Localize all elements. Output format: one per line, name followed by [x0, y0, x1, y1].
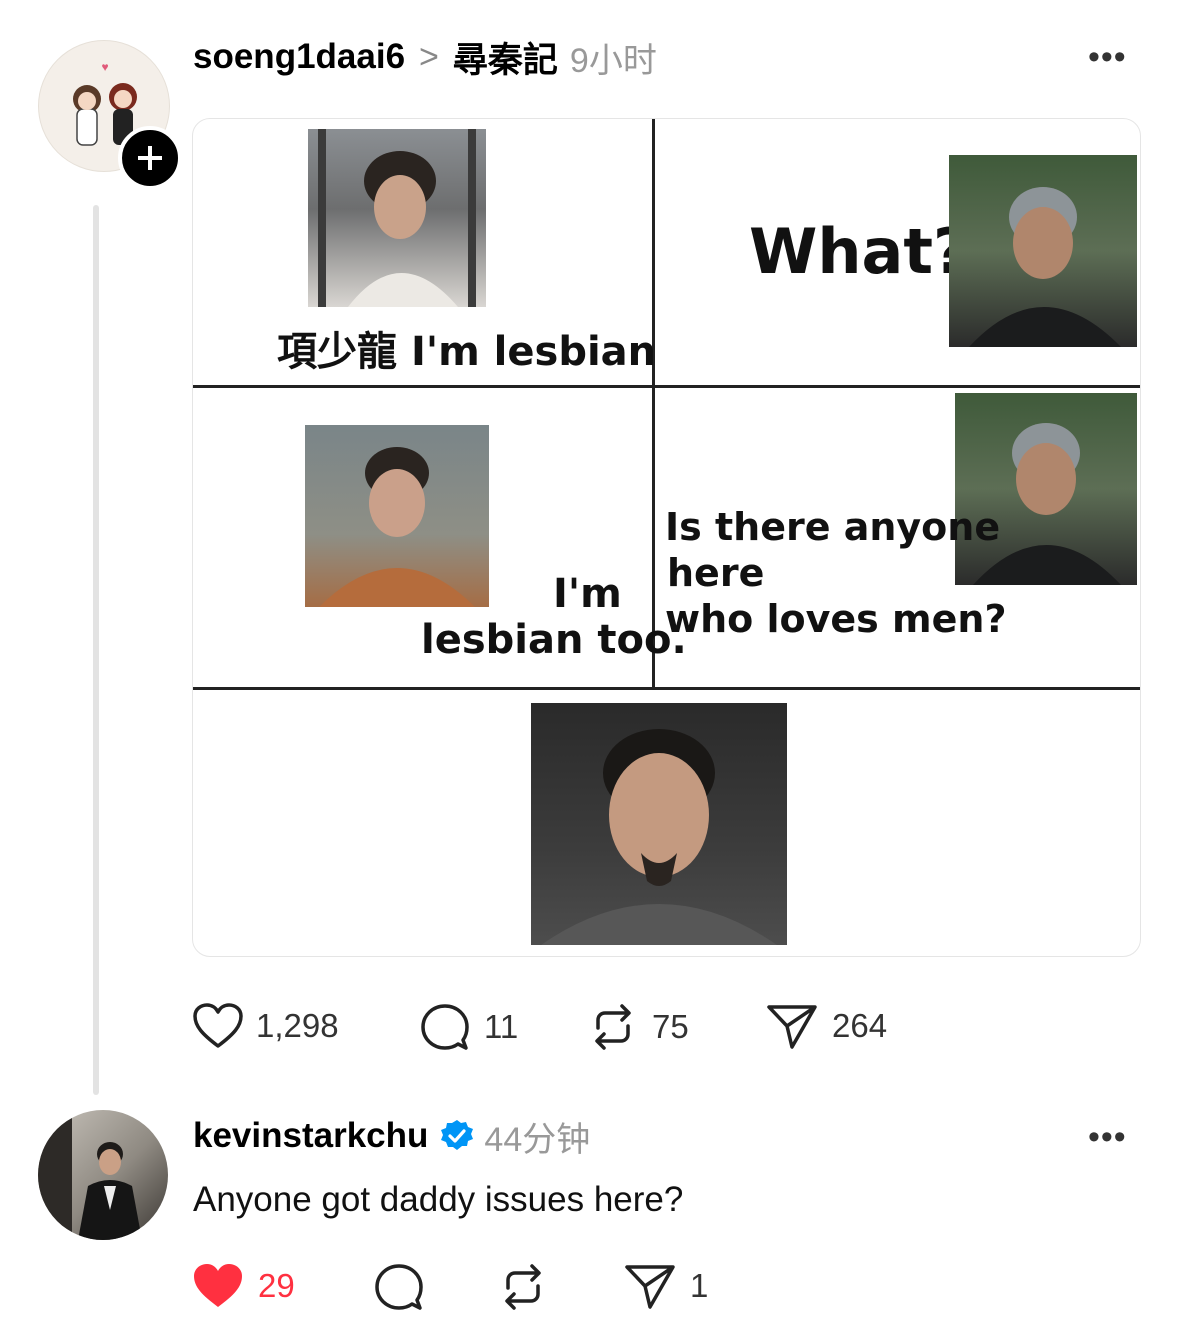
reply-count: 11: [484, 1008, 519, 1045]
meme-divider: [652, 119, 655, 687]
panel4-photo: [955, 393, 1137, 585]
meme-divider: [193, 687, 1140, 690]
panel4-caption-line3: who loves men?: [665, 597, 1007, 641]
panel1-name: 項少龍: [277, 329, 397, 375]
reply-time: 44分钟: [484, 1120, 591, 1159]
post-image[interactable]: 項少龍 I'm lesbian What? I'm lesbian too. I…: [192, 118, 1141, 957]
panel1-photo: [308, 129, 486, 307]
reply-text: Anyone got daddy issues here?: [193, 1180, 684, 1219]
like-button[interactable]: 1,298: [192, 1002, 339, 1050]
panel1-caption: I'm lesbian: [410, 329, 657, 375]
reply-header: kevinstarkchu 44分钟: [193, 1113, 590, 1159]
panel5-photo: [531, 703, 787, 945]
heart-icon: [193, 1003, 243, 1048]
panel2-photo: [949, 155, 1137, 347]
repost-icon: [505, 1264, 541, 1310]
meme-divider: [193, 385, 1140, 388]
send-icon: [767, 1005, 817, 1049]
panel4-caption-line1: Is there anyone: [665, 505, 1001, 549]
follow-plus-button[interactable]: [118, 126, 182, 190]
verified-badge-icon: [441, 1120, 474, 1150]
reply-username[interactable]: kevinstarkchu: [193, 1116, 428, 1156]
reply-share-count: 1: [690, 1267, 709, 1304]
reply-button[interactable]: 11: [420, 1002, 518, 1052]
panel3-caption-line2: lesbian too.: [421, 617, 687, 663]
send-icon: [625, 1265, 675, 1309]
share-button[interactable]: 264: [766, 1002, 887, 1050]
post-header: soeng1daai6 > 尋秦記 9小时: [193, 34, 657, 80]
reply-comment-button[interactable]: [374, 1262, 424, 1312]
reply-like-button[interactable]: 29: [192, 1262, 295, 1310]
repost-icon: [595, 1004, 631, 1050]
post-time: 9小时: [569, 41, 657, 80]
svg-text:♥: ♥: [101, 60, 108, 74]
repost-count: 75: [652, 1008, 689, 1045]
panel4-caption-line2: here: [667, 551, 765, 595]
plus-icon: [138, 146, 162, 170]
panel2-caption: What?: [749, 215, 969, 288]
reply-share-button[interactable]: 1: [624, 1262, 708, 1310]
reply-repost-button[interactable]: [498, 1262, 548, 1312]
repost-button[interactable]: 75: [588, 1002, 689, 1052]
more-options-icon[interactable]: •••: [1088, 38, 1127, 77]
topic-tag[interactable]: 尋秦記: [453, 32, 558, 83]
heart-filled-icon: [194, 1264, 242, 1307]
panel3-caption-line1: I'm: [553, 571, 622, 617]
reply-author-avatar[interactable]: [38, 1110, 168, 1240]
reply-like-count: 29: [258, 1267, 295, 1304]
like-count: 1,298: [256, 1007, 339, 1044]
chevron-right-icon: >: [419, 37, 439, 76]
thread-line: [93, 205, 99, 1095]
panel3-photo: [305, 425, 489, 607]
comment-icon: [421, 1004, 469, 1050]
post-username[interactable]: soeng1daai6: [193, 37, 405, 77]
share-count: 264: [832, 1007, 888, 1044]
comment-icon: [375, 1264, 423, 1310]
reply-more-options-icon[interactable]: •••: [1088, 1118, 1127, 1157]
